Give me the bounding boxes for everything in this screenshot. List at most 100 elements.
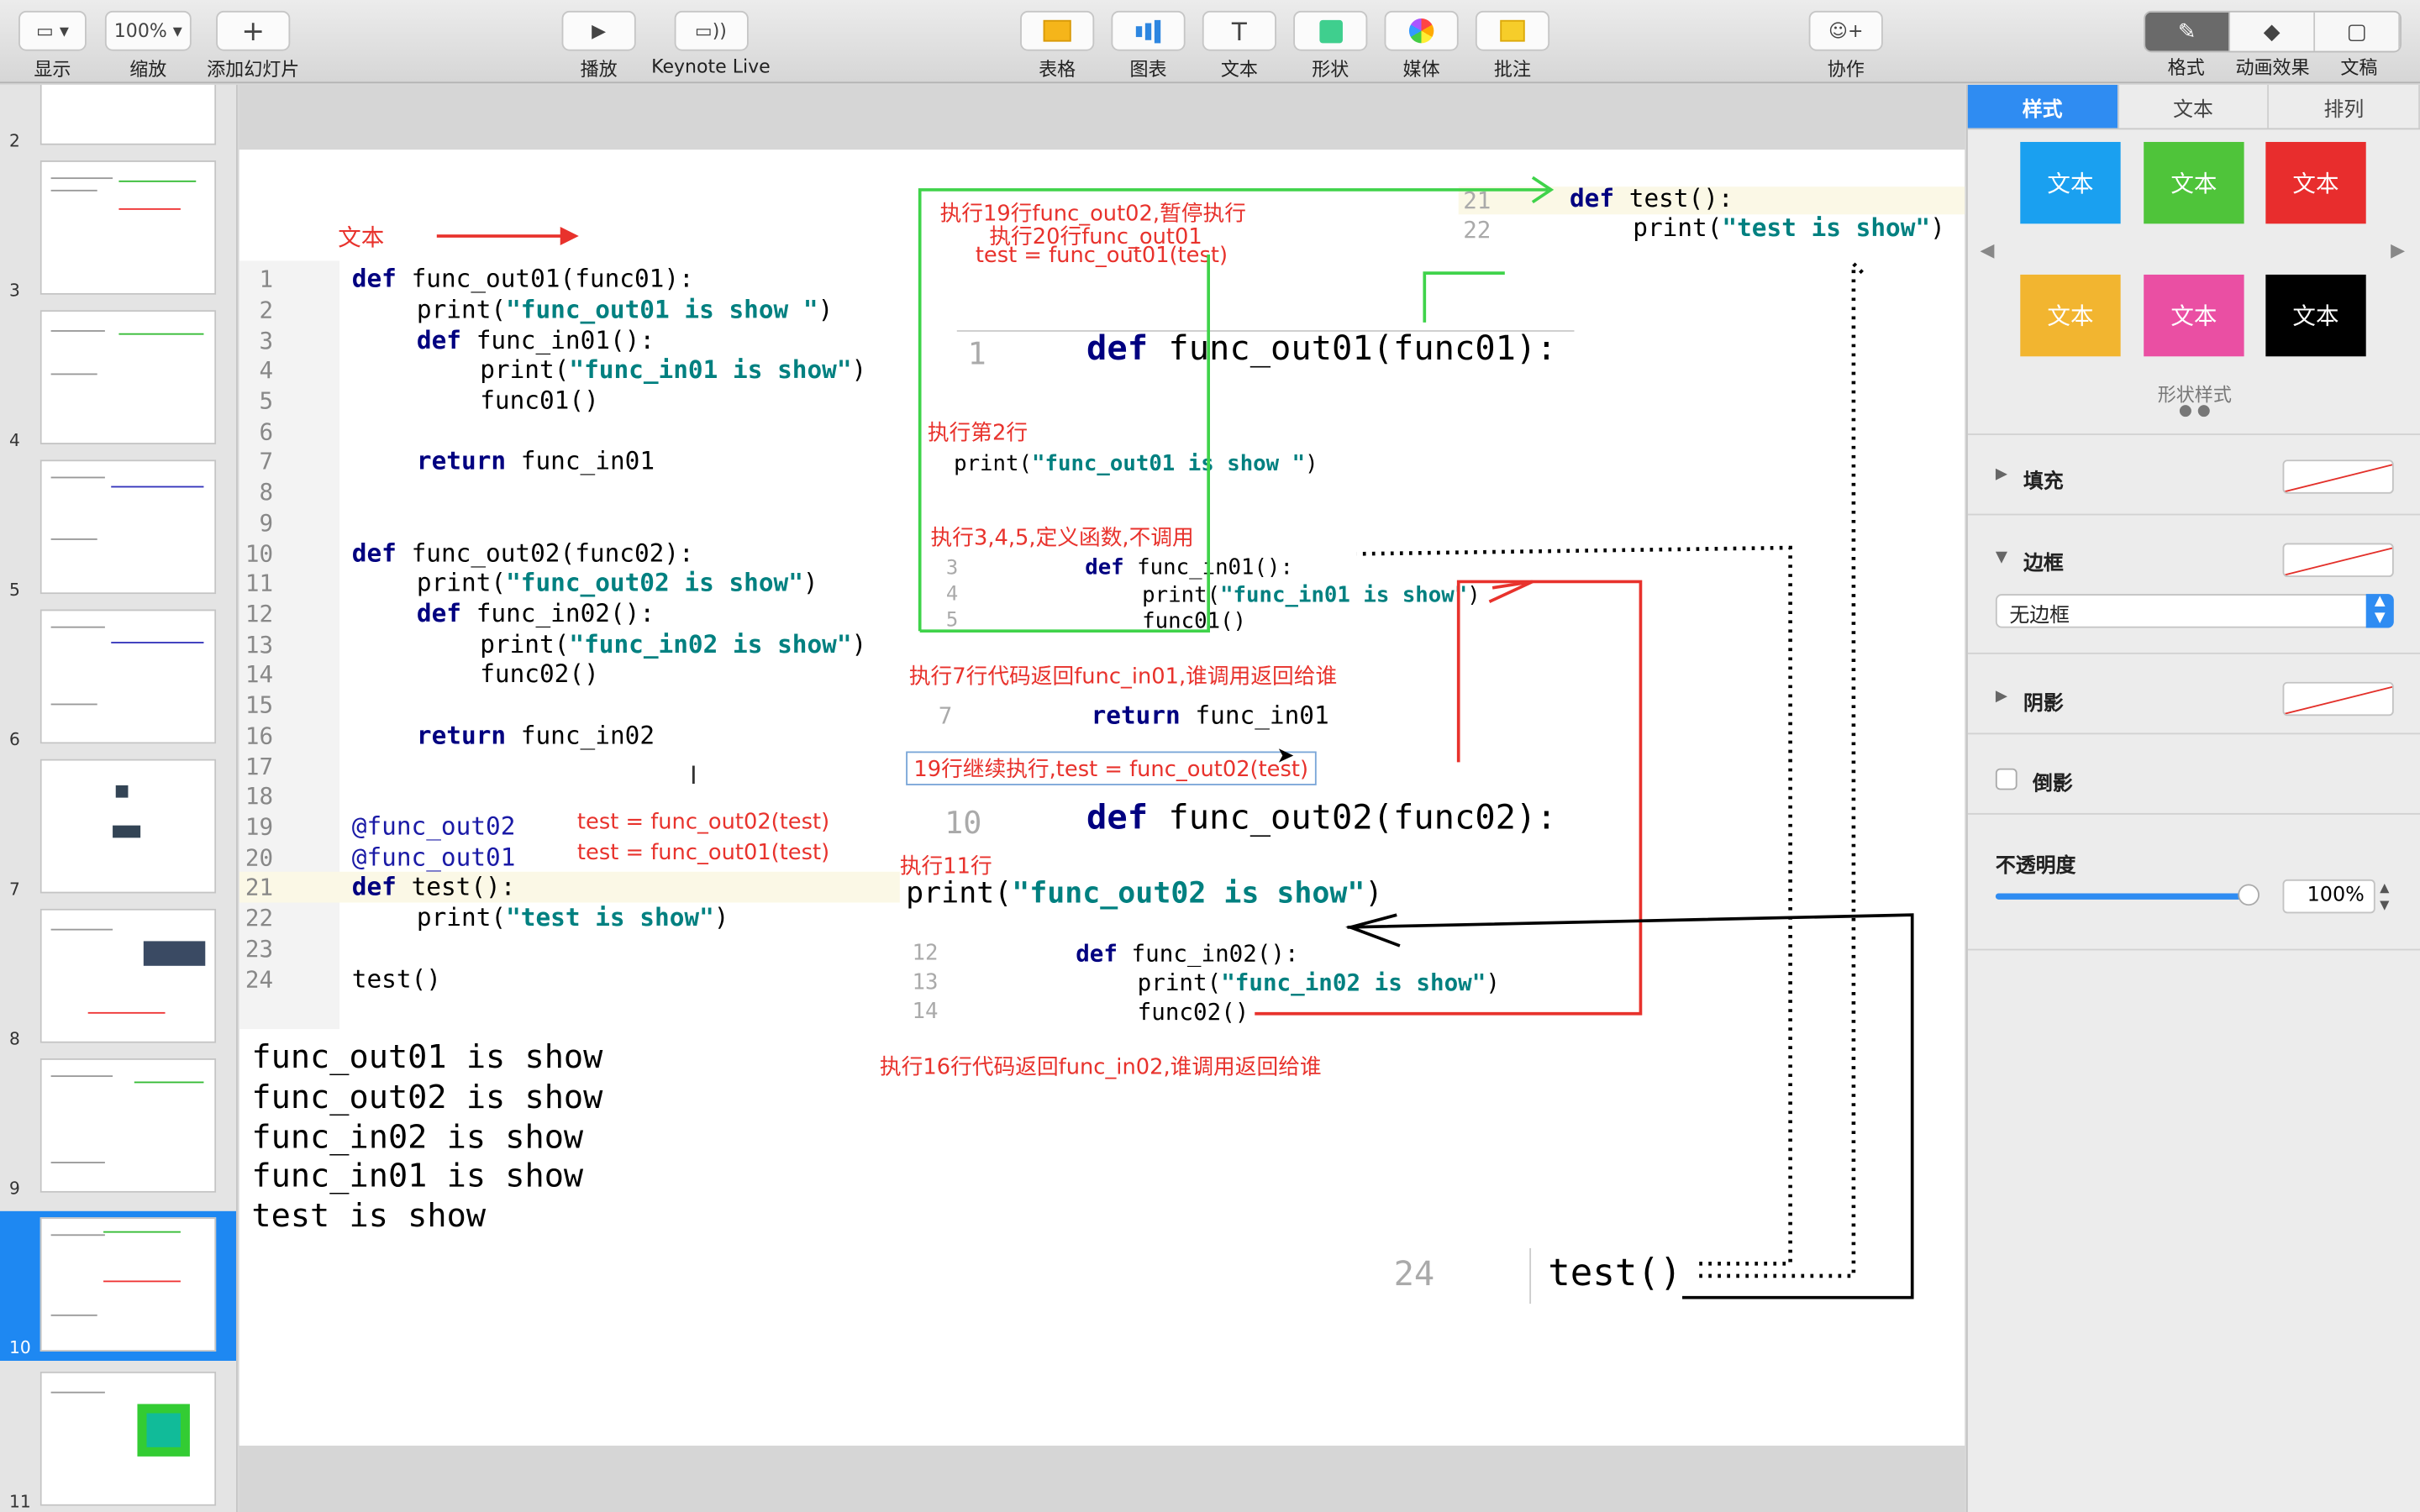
snippet-func01-call[interactable]: func01()	[1142, 610, 1246, 634]
slide-thumbnail[interactable]: 3	[0, 155, 236, 304]
view-button[interactable]: ▭ ▾ 显示	[18, 10, 87, 81]
tab-style[interactable]: 样式	[1967, 85, 2119, 129]
line-number: 14	[245, 660, 274, 689]
border-section[interactable]: ▼ 边框 无边框 ▲ ▼	[1967, 513, 2420, 653]
style-swatch[interactable]: 文本	[2020, 141, 2121, 224]
slide-thumbnail-selected[interactable]: 10	[0, 1210, 237, 1361]
add-slide-button[interactable]: + 添加幻灯片	[207, 10, 299, 81]
annotation-label[interactable]: 执行7行代码返回func_in01,谁调用返回给谁	[909, 660, 1337, 691]
slide-thumbnail[interactable]: 5	[0, 454, 236, 603]
code-line-4[interactable]: print("func_in01 is show")	[480, 354, 866, 384]
snippet-print-test[interactable]: print("test is show")	[1633, 213, 1945, 242]
line-number: 3	[259, 327, 274, 355]
reflection-checkbox[interactable]	[1995, 768, 2018, 790]
snippet-print-func-out02[interactable]: print("func_out02 is show")	[906, 876, 1382, 910]
code-line-7[interactable]: return func_in01	[417, 446, 655, 475]
selected-annotation-box[interactable]: 19行继续执行,test = func_out02(test)	[906, 751, 1317, 785]
shadow-well[interactable]	[2282, 681, 2394, 717]
play-button[interactable]: ▶ 播放	[561, 10, 636, 81]
chevron-right-icon[interactable]: ▶	[2391, 239, 2405, 261]
code-line-3[interactable]: def func_in01():	[417, 326, 655, 355]
snippet-def-test[interactable]: def test():	[1570, 184, 1733, 213]
snippet-func02-call[interactable]: func02()	[1138, 998, 1249, 1026]
snippet-print-func-in02[interactable]: print("func_in02 is show")	[1138, 969, 1500, 996]
code-line-24[interactable]: test()	[352, 964, 441, 994]
code-line-14[interactable]: func02()	[480, 659, 599, 688]
slide-thumbnail[interactable]: 7	[0, 753, 236, 902]
code-line-20[interactable]: @func_out01	[352, 843, 516, 872]
border-well[interactable]	[2282, 543, 2394, 577]
slide-thumbnail[interactable]: 6	[0, 603, 236, 753]
title-label[interactable]: 文本	[338, 221, 384, 254]
opacity-field[interactable]: 100%	[2282, 879, 2375, 914]
opacity-slider-knob[interactable]	[2238, 884, 2260, 906]
reflection-section[interactable]: 倒影	[1967, 732, 2420, 813]
slide-thumbnail[interactable]: 9	[0, 1053, 236, 1202]
shape-button[interactable]: 形状	[1293, 10, 1368, 81]
decorator-note[interactable]: test = func_out02(test)	[577, 810, 829, 834]
output-line[interactable]: test is show	[251, 1197, 486, 1234]
snippet-def-func-out02[interactable]: def func_out02(func02):	[1086, 799, 1557, 837]
snippet-def-func-out01[interactable]: def func_out01(func01):	[1086, 330, 1557, 369]
annotation-label[interactable]: 执行16行代码返回func_in02,谁调用返回给谁	[880, 1051, 1322, 1082]
slide-thumbnail[interactable]: 2	[0, 85, 236, 155]
document-icon[interactable]: ▢	[2315, 12, 2401, 51]
snippet-def-func-in02[interactable]: def func_in02():	[1076, 940, 1298, 968]
code-line-19[interactable]: @func_out02	[352, 811, 516, 841]
code-line-11[interactable]: print("func_out02 is show")	[417, 568, 818, 597]
code-line-22[interactable]: print("test is show")	[417, 902, 729, 932]
style-swatch[interactable]: 文本	[2265, 274, 2366, 357]
tab-text[interactable]: 文本	[2118, 85, 2270, 129]
border-style-select[interactable]: 无边框 ▲ ▼	[1995, 594, 2394, 628]
annotation-label[interactable]: 执行第2行	[928, 417, 1028, 448]
table-button[interactable]: 表格	[1020, 10, 1095, 81]
title-arrow[interactable]	[436, 234, 567, 238]
format-icon[interactable]: ✎	[2145, 12, 2231, 51]
snippet-test-call[interactable]: test()	[1548, 1252, 1681, 1294]
code-line-21[interactable]: def test():	[352, 872, 516, 901]
code-line-1[interactable]: def func_out01(func01):	[352, 264, 694, 293]
inspector-segment: ✎ ◆ ▢	[2144, 10, 2402, 53]
tab-arrange[interactable]: 排列	[2270, 85, 2420, 129]
code-line-2[interactable]: print("func_out01 is show ")	[417, 295, 833, 324]
opacity-slider[interactable]	[1995, 884, 2260, 906]
slide-thumbnail[interactable]: 8	[0, 902, 236, 1052]
code-line-5[interactable]: func01()	[480, 386, 599, 415]
style-swatch[interactable]: 文本	[2144, 141, 2244, 224]
code-line-12[interactable]: def func_in02():	[417, 599, 655, 628]
slide-thumbnail[interactable]: 4	[0, 304, 236, 454]
snippet-print-func-in01[interactable]: print("func_in01 is show")	[1142, 583, 1481, 607]
animate-icon[interactable]: ◆	[2230, 12, 2316, 51]
fill-section[interactable]: ▶ 填充	[1967, 433, 2420, 514]
chart-button[interactable]: 图表	[1111, 10, 1186, 81]
snippet-def-func-in01[interactable]: def func_in01():	[1085, 555, 1293, 580]
comment-button[interactable]: 批注	[1475, 10, 1550, 81]
style-swatch[interactable]: 文本	[2020, 274, 2121, 357]
output-line[interactable]: func_out02 is show	[251, 1079, 602, 1116]
output-line[interactable]: func_in02 is show	[251, 1119, 583, 1156]
chevron-left-icon[interactable]: ◀	[1981, 239, 1995, 261]
fill-well[interactable]	[2282, 459, 2394, 494]
snippet-return-func-in01[interactable]: return func_in01	[1092, 701, 1329, 730]
code-line-16[interactable]: return func_in02	[417, 721, 655, 750]
zoom-select[interactable]: 100% ▾	[104, 10, 192, 51]
media-button[interactable]: 媒体	[1384, 10, 1459, 81]
code-line-13[interactable]: print("func_in02 is show")	[480, 629, 866, 659]
collaborate-button[interactable]: ☺+ 协作	[1808, 10, 1883, 81]
slide-thumbnail[interactable]: 11	[0, 1366, 236, 1512]
code-line-10[interactable]: def func_out02(func02):	[352, 538, 694, 568]
slide-canvas[interactable]: 文本 1 2 3 4 5 6 7 8 9 10 11 12 13 14 15 16 17 18 19 20 21 22 23…	[239, 150, 1965, 1446]
snippet-print-func-out01[interactable]: print("func_out01 is show ")	[954, 452, 1318, 476]
style-swatch[interactable]: 文本	[2265, 141, 2366, 224]
zoom-button[interactable]: 100% ▾ 缩放	[104, 10, 192, 81]
opacity-stepper-icon[interactable]: ▲ ▼	[2375, 879, 2394, 913]
annotation-label[interactable]: 执行3,4,5,定义函数,不调用	[931, 522, 1194, 553]
decorator-note[interactable]: test = func_out01(test)	[577, 841, 829, 865]
shadow-section[interactable]: ▶ 阴影	[1967, 652, 2420, 733]
style-swatch[interactable]: 文本	[2144, 274, 2244, 357]
output-line[interactable]: func_out01 is show	[251, 1038, 602, 1075]
keynote-live-button[interactable]: ▭)) Keynote Live	[651, 10, 771, 77]
text-button[interactable]: T 文本	[1202, 10, 1276, 81]
annotation-label[interactable]: test = func_out01(test)	[976, 244, 1228, 268]
output-line[interactable]: func_in01 is show	[251, 1158, 583, 1194]
